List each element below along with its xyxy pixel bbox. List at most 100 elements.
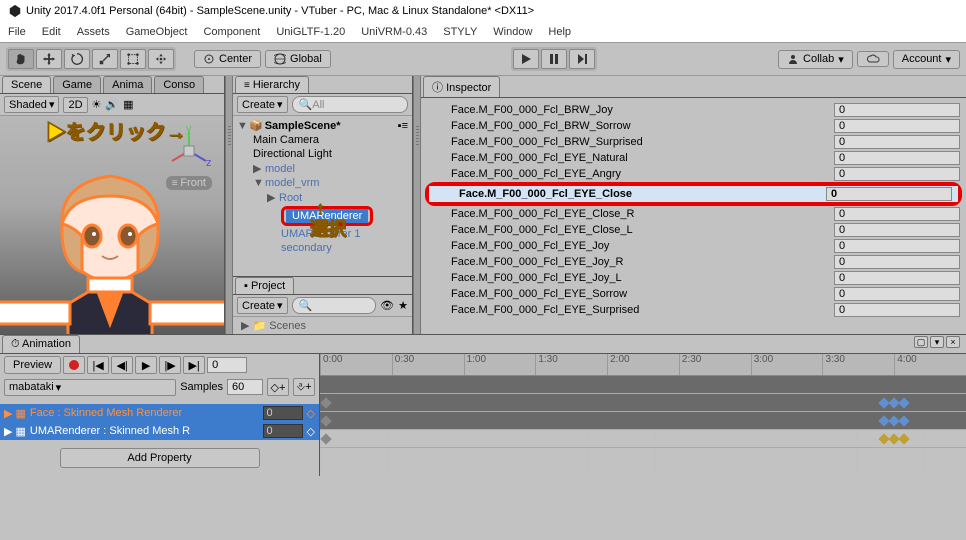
hierarchy-item[interactable]: Main Camera xyxy=(233,133,412,147)
blendshape-row[interactable]: Face.M_F00_000_Fcl_EYE_Surprised0 xyxy=(421,302,966,318)
frame-input[interactable] xyxy=(207,357,247,373)
clip-selector[interactable]: mabataki ▾ xyxy=(4,379,176,396)
timeline-lane[interactable] xyxy=(320,394,966,412)
dock-menu-icon[interactable]: ▾ xyxy=(930,336,944,348)
tab-inspector[interactable]: ⓘ Inspector xyxy=(423,76,500,97)
blendshape-value[interactable]: 0 xyxy=(826,187,952,201)
track-row[interactable]: ▶ ▦ UMARenderer : Skinned Mesh R0◇ xyxy=(0,422,319,440)
blendshape-row[interactable]: Face.M_F00_000_Fcl_EYE_Close0 xyxy=(429,186,958,202)
menu-file[interactable]: File xyxy=(8,26,26,38)
timeline-lane[interactable] xyxy=(320,412,966,430)
blendshape-row[interactable]: Face.M_F00_000_Fcl_BRW_Joy0 xyxy=(421,102,966,118)
menu-unigltf[interactable]: UniGLTF-1.20 xyxy=(276,26,345,38)
blendshape-row[interactable]: Face.M_F00_000_Fcl_EYE_Angry0 xyxy=(421,166,966,182)
add-event-button[interactable]: ⎀+ xyxy=(293,378,315,396)
last-frame-button[interactable]: ▶| xyxy=(183,356,205,374)
tab-hierarchy[interactable]: ≡ Hierarchy xyxy=(235,76,309,93)
blendshape-row[interactable]: Face.M_F00_000_Fcl_EYE_Joy0 xyxy=(421,238,966,254)
project-item[interactable]: ▶ 📁 Scenes xyxy=(233,317,412,334)
collab-button[interactable]: Collab▾ xyxy=(778,50,853,69)
blendshape-value[interactable]: 0 xyxy=(834,239,960,253)
add-key-button[interactable]: ◇+ xyxy=(267,378,289,396)
pivot-center-toggle[interactable]: Center xyxy=(194,50,261,68)
record-button[interactable] xyxy=(63,356,85,374)
menu-help[interactable]: Help xyxy=(548,26,571,38)
hierarchy-create[interactable]: Create ▾ xyxy=(237,96,288,113)
scene-root[interactable]: ▼📦SampleScene*▪≡ xyxy=(233,118,412,133)
menu-gameobject[interactable]: GameObject xyxy=(126,26,188,38)
fx-icon[interactable]: ▦ xyxy=(123,98,133,111)
menu-assets[interactable]: Assets xyxy=(77,26,110,38)
menu-styly[interactable]: STYLY xyxy=(443,26,477,38)
samples-input[interactable] xyxy=(227,379,263,395)
menu-window[interactable]: Window xyxy=(493,26,532,38)
hierarchy-item[interactable]: ▶model xyxy=(233,161,412,176)
audio-icon[interactable]: 🔊 xyxy=(105,98,119,111)
filter-icon[interactable]: 👁 xyxy=(380,299,394,312)
blendshape-value[interactable]: 0 xyxy=(834,223,960,237)
tab-animation[interactable]: Anima xyxy=(103,76,152,93)
light-icon[interactable]: ☀ xyxy=(92,98,102,111)
tab-scene[interactable]: Scene xyxy=(2,76,51,93)
add-property-button[interactable]: Add Property xyxy=(60,448,260,468)
play-button[interactable] xyxy=(513,49,539,69)
blendshape-value[interactable]: 0 xyxy=(834,135,960,149)
pause-button[interactable] xyxy=(541,49,567,69)
blendshape-row[interactable]: Face.M_F00_000_Fcl_EYE_Joy_R0 xyxy=(421,254,966,270)
hand-tool[interactable] xyxy=(8,49,34,69)
blendshape-value[interactable]: 0 xyxy=(834,103,960,117)
project-search[interactable]: 🔍 xyxy=(292,297,377,314)
resize-handle[interactable] xyxy=(413,76,421,334)
move-tool[interactable] xyxy=(36,49,62,69)
project-create[interactable]: Create ▾ xyxy=(237,297,288,314)
blendshape-value[interactable]: 0 xyxy=(834,287,960,301)
rotate-tool[interactable] xyxy=(64,49,90,69)
scale-tool[interactable] xyxy=(92,49,118,69)
first-frame-button[interactable]: |◀ xyxy=(87,356,109,374)
account-button[interactable]: Account▾ xyxy=(893,50,960,69)
shading-mode[interactable]: Shaded▾ xyxy=(4,96,59,113)
resize-handle[interactable] xyxy=(225,76,233,334)
tab-animation-window[interactable]: ⏱ Animation xyxy=(2,335,80,353)
blendshape-value[interactable]: 0 xyxy=(834,255,960,269)
blendshape-row[interactable]: Face.M_F00_000_Fcl_BRW_Sorrow0 xyxy=(421,118,966,134)
blendshape-value[interactable]: 0 xyxy=(834,119,960,133)
play-anim-button[interactable]: ▶ xyxy=(135,356,157,374)
tab-project[interactable]: ▪ Project xyxy=(235,277,294,294)
hierarchy-item[interactable]: secondary xyxy=(233,241,412,255)
blendshape-value[interactable]: 0 xyxy=(834,271,960,285)
blendshape-value[interactable]: 0 xyxy=(834,207,960,221)
tab-console[interactable]: Conso xyxy=(154,76,204,93)
2d-toggle[interactable]: 2D xyxy=(63,97,87,113)
blendshape-value[interactable]: 0 xyxy=(834,151,960,165)
timeline-lane[interactable] xyxy=(320,430,966,448)
transform-tool[interactable] xyxy=(148,49,174,69)
hierarchy-search[interactable]: 🔍All xyxy=(292,96,408,113)
blendshape-row[interactable]: Face.M_F00_000_Fcl_EYE_Joy_L0 xyxy=(421,270,966,286)
preview-toggle[interactable]: Preview xyxy=(4,356,61,374)
blendshape-row[interactable]: Face.M_F00_000_Fcl_EYE_Natural0 xyxy=(421,150,966,166)
blendshape-row[interactable]: Face.M_F00_000_Fcl_EYE_Close_R0 xyxy=(421,206,966,222)
blendshape-row[interactable]: Face.M_F00_000_Fcl_EYE_Close_L0 xyxy=(421,222,966,238)
menu-component[interactable]: Component xyxy=(203,26,260,38)
blendshape-row[interactable]: Face.M_F00_000_Fcl_BRW_Surprised0 xyxy=(421,134,966,150)
local-global-toggle[interactable]: Global xyxy=(265,50,331,68)
scene-viewport[interactable]: y z ≡ Front xyxy=(0,116,224,334)
timeline[interactable]: 0:000:301:001:302:002:303:003:304:00 xyxy=(320,354,966,476)
next-key-button[interactable]: |▶ xyxy=(159,356,181,374)
step-button[interactable] xyxy=(569,49,595,69)
blendshape-row[interactable]: Face.M_F00_000_Fcl_EYE_Sorrow0 xyxy=(421,286,966,302)
cloud-button[interactable] xyxy=(857,51,889,67)
track-row[interactable]: ▶ ▦ Face : Skinned Mesh Renderer0◇ xyxy=(0,404,319,422)
menu-univrm[interactable]: UniVRM-0.43 xyxy=(361,26,427,38)
rect-tool[interactable] xyxy=(120,49,146,69)
dock-close-icon[interactable]: × xyxy=(946,336,960,348)
blendshape-value[interactable]: 0 xyxy=(834,303,960,317)
tab-game[interactable]: Game xyxy=(53,76,101,93)
blendshape-value[interactable]: 0 xyxy=(834,167,960,181)
star-icon[interactable]: ★ xyxy=(398,299,408,312)
hierarchy-item[interactable]: ▼model_vrm xyxy=(233,176,412,190)
prev-key-button[interactable]: ◀| xyxy=(111,356,133,374)
menu-edit[interactable]: Edit xyxy=(42,26,61,38)
dock-max-icon[interactable]: ▢ xyxy=(914,336,928,348)
